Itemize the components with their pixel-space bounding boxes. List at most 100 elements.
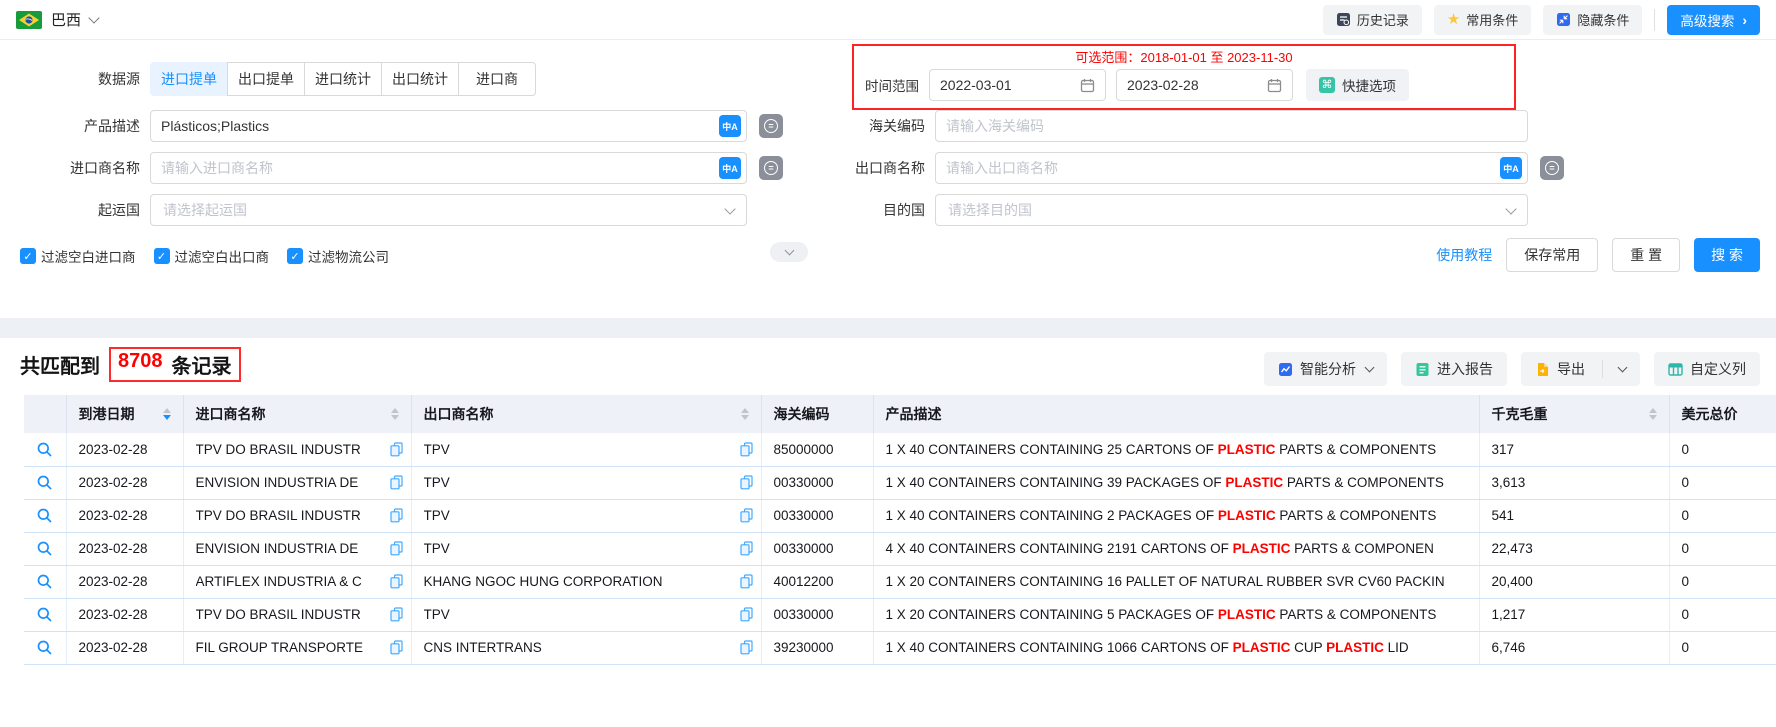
copy-icon[interactable] <box>734 541 753 556</box>
translate-icon[interactable]: 中A <box>1500 157 1522 179</box>
favorite-conditions-button-label: 常用条件 <box>1466 13 1519 28</box>
summary-prefix: 共匹配到 <box>20 356 100 378</box>
filter-checkbox-0[interactable]: ✓ 过滤空白进口商 <box>20 246 136 266</box>
enter-report-button[interactable]: 进入报告 <box>1401 352 1507 386</box>
row-search-icon[interactable] <box>36 474 53 491</box>
gross-weight-cell: 1,217 <box>1479 598 1670 632</box>
origin-country-placeholder: 请选择起运国 <box>163 202 247 218</box>
datasource-tab-2[interactable]: 进口统计 <box>304 62 382 96</box>
datasource-row: 数据源 进口提单 出口提单 进口统计 出口统计 进口商 <box>0 62 536 96</box>
usd-total-cell: 0 <box>1669 598 1776 632</box>
export-button[interactable]: 导出 <box>1521 352 1640 386</box>
row-search-icon[interactable] <box>36 441 53 458</box>
sort-icon[interactable] <box>740 408 749 420</box>
row-search-icon[interactable] <box>36 573 53 590</box>
column-label: 进口商名称 <box>195 406 266 422</box>
custom-columns-button[interactable]: 自定义列 <box>1654 352 1760 386</box>
datasource-tab-0[interactable]: 进口提单 <box>150 62 228 96</box>
row-search-icon[interactable] <box>36 540 53 557</box>
hs-code-input[interactable] <box>935 110 1528 142</box>
copy-icon[interactable] <box>734 607 753 622</box>
importer-cell: ARTIFLEX INDUSTRIA & C <box>183 565 412 599</box>
copy-icon[interactable] <box>384 574 403 589</box>
sort-icon[interactable] <box>390 408 399 420</box>
table-row: 2023-02-28 FIL GROUP TRANSPORTE CNS INTERT… <box>24 631 1776 665</box>
exact-match-icon[interactable]: = <box>759 156 783 180</box>
row-search-icon[interactable] <box>36 507 53 524</box>
history-button[interactable]: 历史记录 <box>1322 4 1422 35</box>
gross-weight-cell: 6,746 <box>1479 631 1670 665</box>
translate-icon[interactable]: 中A <box>719 157 741 179</box>
datasource-tab-1[interactable]: 出口提单 <box>227 62 305 96</box>
column-header-inner: 美元总价 <box>1682 404 1776 424</box>
country-selector[interactable]: 巴西 <box>16 9 100 30</box>
exporter-input[interactable] <box>935 152 1528 184</box>
arrival-date-cell: 2023-02-28 <box>66 565 184 599</box>
column-header-2[interactable]: 进口商名称 <box>183 395 412 433</box>
start-date-input[interactable]: 2022-03-01 <box>929 69 1106 101</box>
copy-icon[interactable] <box>384 442 403 457</box>
copy-icon[interactable] <box>384 607 403 622</box>
save-conditions-button[interactable]: 保存常用 <box>1506 238 1599 272</box>
report-icon <box>1415 362 1430 377</box>
search-button[interactable]: 搜 索 <box>1694 238 1760 272</box>
datasource-tab-4[interactable]: 进口商 <box>458 62 536 96</box>
importer-input[interactable] <box>150 152 747 184</box>
column-header-1[interactable]: 到港日期 <box>66 395 184 433</box>
hs-code-label: 海关编码 <box>869 118 925 134</box>
copy-icon[interactable] <box>734 640 753 655</box>
tutorial-link[interactable]: 使用教程 <box>1436 245 1492 265</box>
company-name: TPV <box>423 541 450 556</box>
highlighted-term: PLASTIC <box>1217 607 1276 622</box>
panel-actions: 使用教程 保存常用 重 置 搜 索 <box>1436 238 1760 272</box>
table-row: 2023-02-28 TPV DO BRASIL INDUSTR TPV 003300… <box>24 598 1776 632</box>
column-header-6[interactable]: 千克毛重 <box>1479 395 1670 433</box>
copy-icon[interactable] <box>384 508 403 523</box>
copy-icon[interactable] <box>384 640 403 655</box>
smart-analysis-button-label: 智能分析 <box>1300 361 1356 377</box>
importer-cell-inner: ENVISION INDUSTRIA DE <box>196 475 403 490</box>
copy-icon[interactable] <box>734 508 753 523</box>
importer-cell-inner: TPV DO BRASIL INDUSTR <box>196 442 403 457</box>
column-header-inner: 产品描述 <box>886 404 1479 424</box>
filter-checkbox-1[interactable]: ✓ 过滤空白出口商 <box>153 246 269 266</box>
favorite-conditions-button[interactable]: ★ 常用条件 <box>1433 4 1532 35</box>
calendar-icon <box>1267 78 1282 93</box>
quick-options-button[interactable]: ⌘ 快捷选项 <box>1306 69 1409 101</box>
enter-report-button-label: 进入报告 <box>1437 361 1493 377</box>
column-header-3[interactable]: 出口商名称 <box>411 395 762 433</box>
checkbox-checked-icon: ✓ <box>20 248 36 264</box>
exact-match-icon[interactable]: = <box>1540 156 1564 180</box>
summary-suffix: 条记录 <box>171 356 232 378</box>
sort-icon[interactable] <box>162 408 171 420</box>
hs-code-cell: 40012200 <box>761 565 874 599</box>
exact-match-icon[interactable]: = <box>759 114 783 138</box>
sort-desc-caret <box>740 415 749 420</box>
copy-icon[interactable] <box>734 574 753 589</box>
smart-analysis-button[interactable]: 智能分析 <box>1264 352 1387 386</box>
table-header-row: 到港日期 进口商名称 出口商名称 海关编码 产品描述 千克毛重 美元总价 <box>24 395 1776 433</box>
column-label: 出口商名称 <box>423 406 494 422</box>
sort-icon[interactable] <box>1648 408 1657 420</box>
dest-country-select[interactable]: 请选择目的国 <box>935 194 1528 226</box>
product-desc-label: 产品描述 <box>84 118 140 134</box>
time-range-label: 时间范围 <box>865 79 919 94</box>
translate-icon[interactable]: 中A <box>719 115 741 137</box>
row-search-icon[interactable] <box>36 639 53 656</box>
copy-icon[interactable] <box>384 541 403 556</box>
datasource-tab-3[interactable]: 出口统计 <box>381 62 459 96</box>
reset-button[interactable]: 重 置 <box>1612 238 1681 272</box>
product-desc-input[interactable] <box>150 110 747 142</box>
collapse-toggle[interactable] <box>770 242 808 262</box>
hide-conditions-button[interactable]: 隐藏条件 <box>1543 4 1643 35</box>
end-date-input[interactable]: 2023-02-28 <box>1116 69 1293 101</box>
row-search-icon[interactable] <box>36 606 53 623</box>
advanced-search-button[interactable]: 高级搜索 › <box>1667 4 1760 35</box>
filter-checkbox-2[interactable]: ✓ 过滤物流公司 <box>287 246 389 266</box>
origin-country-select[interactable]: 请选择起运国 <box>150 194 747 226</box>
copy-icon[interactable] <box>734 442 753 457</box>
copy-icon[interactable] <box>384 475 403 490</box>
table-row: 2023-02-28 TPV DO BRASIL INDUSTR TPV 003300… <box>24 499 1776 533</box>
exporter-cell: CNS INTERTRANS <box>411 631 762 665</box>
copy-icon[interactable] <box>734 475 753 490</box>
